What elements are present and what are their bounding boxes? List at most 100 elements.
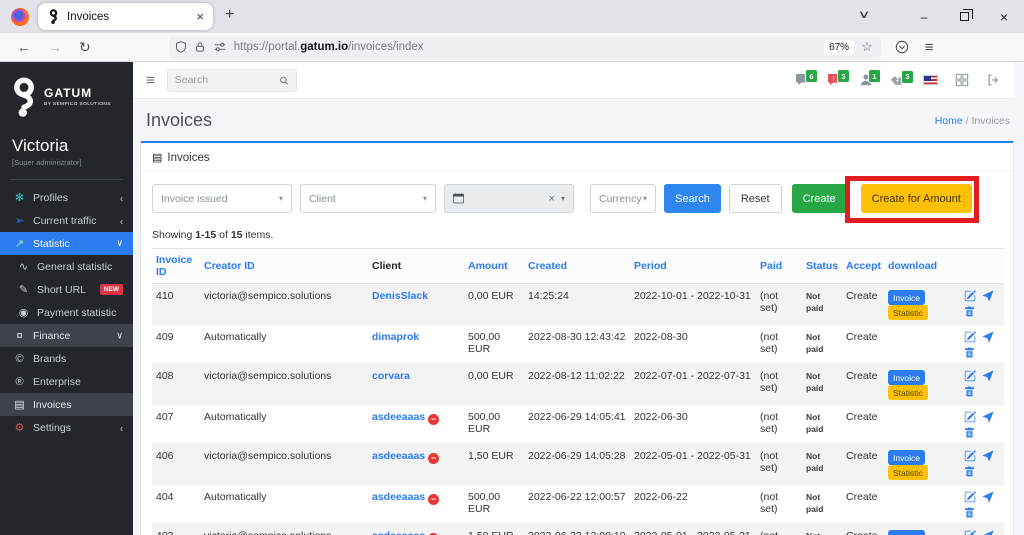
edit-icon[interactable]	[964, 290, 976, 302]
reset-button[interactable]: Reset	[728, 184, 782, 213]
sidebar-item-invoices[interactable]: ▤ Invoices	[0, 393, 133, 416]
column-header-download[interactable]: download	[884, 248, 960, 284]
column-header-paid[interactable]: Paid	[756, 248, 802, 284]
cell-accept[interactable]: Create	[842, 523, 884, 535]
apps-grid-icon[interactable]	[955, 73, 969, 87]
sidebar-toggle-icon[interactable]: ≡	[146, 72, 155, 89]
column-header-amount[interactable]: Amount	[464, 248, 524, 284]
column-header-accept[interactable]: Accept	[842, 248, 884, 284]
edit-icon[interactable]	[964, 491, 976, 503]
send-icon[interactable]	[982, 331, 994, 343]
sidebar-item-finance[interactable]: ¤ Finance ∨	[0, 324, 133, 347]
column-header-period[interactable]: Period	[630, 248, 756, 284]
cell-accept[interactable]: Create	[842, 283, 884, 325]
sidebar-item-short-url[interactable]: ✎ Short URL NEW	[0, 278, 133, 301]
handshake-icon[interactable]: 3	[890, 69, 914, 87]
address-bar[interactable]: https://portal.gatum.io/invoices/index 6…	[168, 35, 881, 59]
sidebar-item-statistic[interactable]: ↗ Statistic ∨	[0, 232, 133, 255]
delete-action[interactable]	[964, 507, 1000, 519]
delete-icon[interactable]	[964, 386, 975, 398]
delete-action[interactable]	[964, 427, 1000, 439]
sidebar-item-payment-statistic[interactable]: ◉ Payment statistic	[0, 301, 133, 324]
edit-icon[interactable]	[964, 370, 976, 382]
client-link[interactable]: DenisSlack	[372, 290, 428, 302]
sidebar-item-brands[interactable]: © Brands	[0, 347, 133, 370]
currency-select[interactable]: Currency ▾	[590, 184, 656, 213]
url-text[interactable]: https://portal.gatum.io/invoices/index	[234, 41, 817, 53]
send-icon[interactable]	[982, 491, 994, 503]
sidebar-item-current-traffic[interactable]: ➢ Current traffic ‹	[0, 209, 133, 232]
download-invoice-badge[interactable]: Invoice	[888, 290, 925, 305]
cell-accept[interactable]: Create	[842, 404, 884, 444]
invoice-issued-select[interactable]: Invoice issued ▾	[152, 184, 292, 213]
delete-action[interactable]	[964, 386, 1000, 398]
language-flag-us-icon[interactable]	[923, 75, 938, 85]
client-link[interactable]: dimaprok	[372, 331, 419, 343]
sidebar-item-general-statistic[interactable]: ∿ General statistic	[0, 255, 133, 278]
column-header-creator-id[interactable]: Creator ID	[200, 248, 368, 284]
delete-action[interactable]	[964, 466, 1000, 478]
messages-icon[interactable]: 6	[795, 69, 818, 87]
reload-button[interactable]: ↻	[79, 39, 91, 56]
create-button[interactable]: Create	[791, 184, 847, 213]
client-link[interactable]: asdeeaaas	[372, 450, 425, 462]
edit-icon[interactable]	[964, 411, 976, 423]
users-icon[interactable]: 1	[859, 69, 881, 87]
back-button[interactable]: ←	[17, 39, 31, 55]
date-range-picker[interactable]: × ▾	[444, 184, 574, 213]
client-link[interactable]: asdeeaaas	[372, 491, 425, 503]
delete-icon[interactable]	[964, 306, 975, 318]
breadcrumb-home-link[interactable]: Home	[935, 115, 963, 127]
client-select[interactable]: Client ▾	[300, 184, 436, 213]
sidebar-item-enterprise[interactable]: ® Enterprise	[0, 370, 133, 393]
download-invoice-badge[interactable]: Invoice	[888, 370, 925, 385]
edit-icon[interactable]	[964, 530, 976, 535]
send-icon[interactable]	[982, 411, 994, 423]
bookmark-star-icon[interactable]: ☆	[861, 39, 873, 55]
column-header-status[interactable]: Status	[802, 248, 842, 284]
alerts-icon[interactable]: ! 3	[827, 69, 850, 87]
download-statistic-badge[interactable]: Statistic	[888, 305, 928, 320]
cell-accept[interactable]: Create	[842, 324, 884, 364]
cell-accept[interactable]: Create	[842, 443, 884, 485]
client-link[interactable]: asdeeaaas	[372, 411, 425, 423]
delete-icon[interactable]	[964, 427, 975, 439]
edit-icon[interactable]	[964, 450, 976, 462]
page-zoom-indicator[interactable]: 67%	[824, 39, 855, 55]
send-icon[interactable]	[982, 370, 994, 382]
client-link[interactable]: corvara	[372, 370, 410, 382]
window-restore-button[interactable]	[944, 8, 984, 24]
download-invoice-badge[interactable]: Invoice	[888, 450, 925, 465]
sidebar-item-settings[interactable]: ⚙ Settings ‹	[0, 416, 133, 439]
window-minimize-button[interactable]: –	[904, 10, 944, 24]
download-statistic-badge[interactable]: Statistic	[888, 465, 928, 480]
create-for-amount-button[interactable]: Create for Amount	[860, 184, 972, 213]
window-close-button[interactable]: ×	[984, 9, 1024, 25]
send-icon[interactable]	[982, 290, 994, 302]
download-statistic-badge[interactable]: Statistic	[888, 385, 928, 400]
cell-accept[interactable]: Create	[842, 363, 884, 405]
search-button[interactable]: Search	[664, 184, 721, 213]
cell-accept[interactable]: Create	[842, 484, 884, 524]
send-icon[interactable]	[982, 450, 994, 462]
tab-close-icon[interactable]: ×	[196, 9, 204, 24]
column-header-invoice-id[interactable]: Invoice ID	[152, 248, 200, 284]
new-tab-button[interactable]: +	[225, 6, 234, 24]
browser-menu-icon[interactable]: ≡	[925, 39, 934, 56]
permissions-icon[interactable]	[213, 41, 227, 53]
download-invoice-badge[interactable]: Invoice	[888, 530, 925, 535]
delete-action[interactable]	[964, 347, 1000, 359]
search-input[interactable]	[174, 74, 279, 86]
logout-icon[interactable]	[986, 73, 1000, 87]
list-tabs-chevron-icon[interactable]: ∨	[858, 8, 871, 21]
browser-tab-invoices[interactable]: Invoices ×	[38, 3, 213, 30]
edit-icon[interactable]	[964, 331, 976, 343]
delete-icon[interactable]	[964, 347, 975, 359]
pocket-icon[interactable]	[895, 40, 909, 54]
delete-action[interactable]	[964, 306, 1000, 318]
column-header-created[interactable]: Created	[524, 248, 630, 284]
forward-button[interactable]: →	[48, 39, 62, 55]
firefox-logo-icon[interactable]	[11, 7, 29, 26]
client-link[interactable]: asdeeaaas	[372, 530, 425, 535]
clear-date-icon[interactable]: ×	[549, 193, 555, 205]
